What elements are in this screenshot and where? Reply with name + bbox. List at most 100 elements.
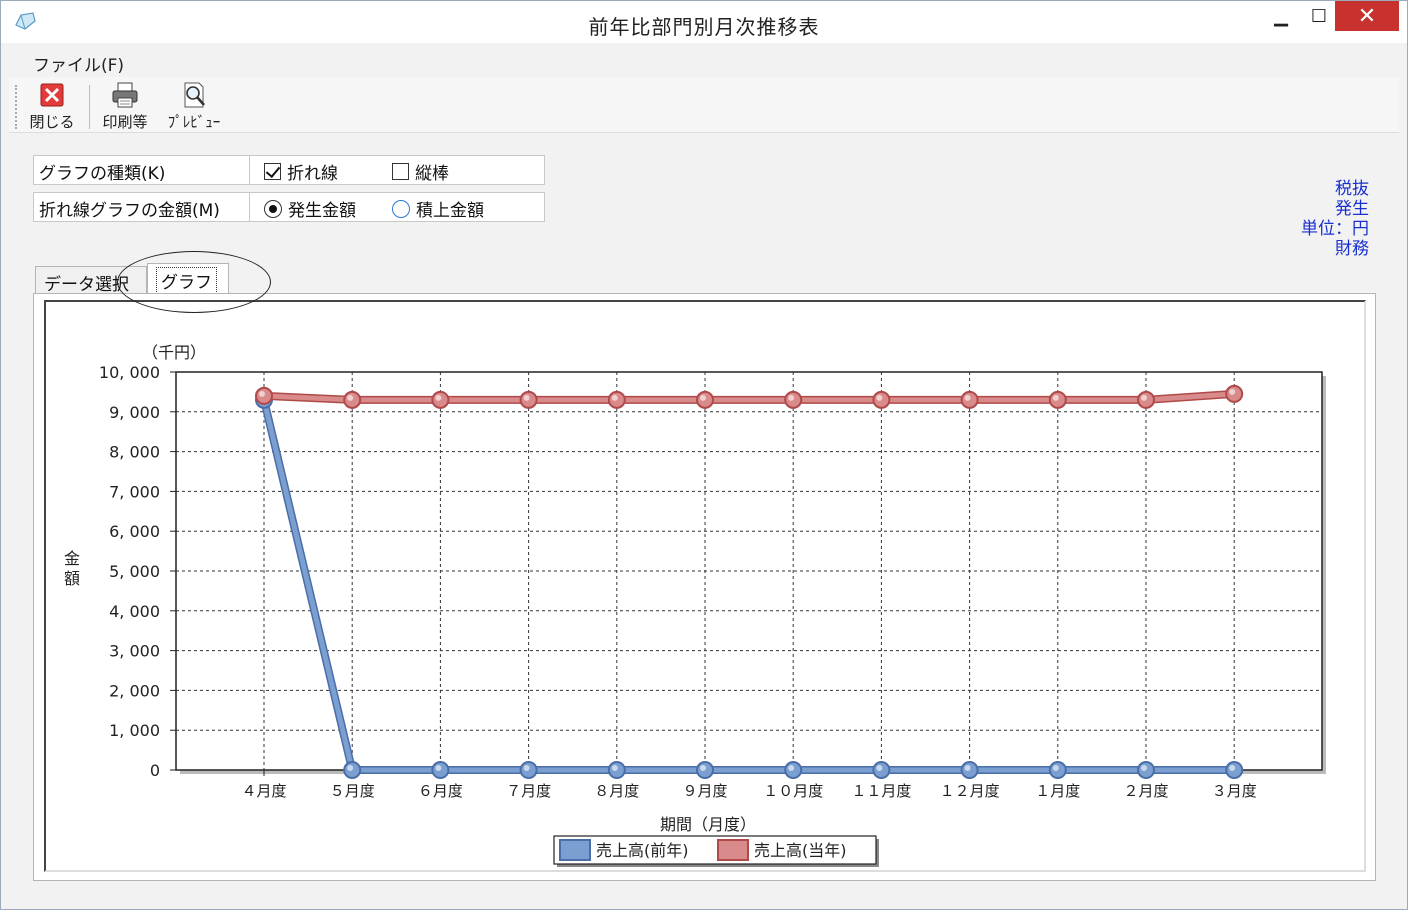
graph-type-label: グラフの種類(K) [34, 156, 250, 184]
x-tick-label: １月度 [1035, 782, 1080, 800]
print-button[interactable]: 印刷等 [93, 81, 157, 132]
legend-label: 売上高(前年) [596, 841, 689, 860]
data-point-highlight [1229, 765, 1236, 771]
x-tick-label: ７月度 [506, 782, 551, 800]
data-point-highlight [1229, 388, 1236, 395]
data-point-highlight [611, 394, 618, 401]
legend-swatch [717, 839, 749, 861]
line-checkbox[interactable]: 折れ線 [264, 159, 338, 184]
data-point-highlight [435, 765, 442, 771]
menu-bar: ファイル(F) [9, 45, 1399, 76]
bar-checkbox[interactable]: 縦棒 [392, 159, 449, 184]
radio-unselected-icon [392, 199, 410, 218]
tab-graph[interactable]: グラフ [147, 263, 229, 295]
data-point-highlight [700, 765, 706, 771]
data-point-highlight [700, 394, 706, 401]
close-window-button[interactable]: ✕ [1335, 1, 1399, 31]
tab-panel-graph: （千円） 0 1, 000 2, 000 3, 000 4, 000 5, 000 6, 0… [33, 293, 1376, 881]
data-point-highlight [1141, 765, 1147, 771]
x-axis-ticks: ４月度 ５月度 ６月度 ７月度 ８月度 ９月度 １０月度 １１月度 １２月度 １月度 ２月度 ３月度 [241, 770, 1257, 800]
magnifier-icon [184, 82, 205, 108]
data-point-highlight [1052, 765, 1059, 771]
legend-label: 売上高(当年) [754, 841, 847, 860]
y-tick-label: 7, 000 [109, 482, 160, 501]
amount-type-label: 折れ線グラフの金額(M) [34, 193, 250, 221]
y-axis-title-char-2: 額 [64, 569, 80, 588]
unit-label: 単位：円 [1301, 219, 1369, 239]
data-point-highlight [788, 394, 795, 401]
radio-selected-icon [264, 199, 282, 218]
data-point-highlight [435, 394, 442, 401]
data-point-highlight [876, 394, 883, 401]
graph-options: グラフの種類(K) 折れ線 縦棒 折れ線グラフの金額(M) 発生金額 積上金額 [33, 155, 545, 229]
y-tick-label: 3, 000 [109, 642, 160, 661]
title-bar[interactable]: 前年比部門別月次推移表 ▁ ☐ ✕ [1, 1, 1407, 43]
data-point-highlight [259, 390, 265, 397]
cumulative-radio[interactable]: 積上金額 [392, 196, 484, 221]
close-icon: ✕ [1357, 3, 1377, 29]
occurrence-radio[interactable]: 発生金額 [264, 196, 356, 221]
data-point-highlight [347, 765, 354, 771]
y-tick-label: 1, 000 [109, 721, 160, 740]
y-tick-label: 10, 000 [99, 363, 160, 382]
occurrence-radio-label: 発生金額 [288, 201, 356, 221]
y-tick-label: 2, 000 [109, 681, 160, 700]
y-axis-ticks: 0 1, 000 2, 000 3, 000 4, 000 5, 000 6, 000 7, … [99, 363, 176, 780]
toolbar-grip[interactable] [15, 85, 18, 129]
toolbar-separator [89, 85, 90, 129]
data-point-highlight [347, 394, 354, 401]
window-title: 前年比部門別月次推移表 [588, 15, 820, 39]
data-point-highlight [611, 765, 618, 771]
line-checkbox-label: 折れ線 [287, 164, 338, 184]
x-tick-label: ２月度 [1123, 782, 1168, 800]
data-point-highlight [523, 394, 530, 401]
amount-basis: 発生 [1335, 199, 1369, 219]
bar-checkbox-label: 縦棒 [415, 164, 449, 184]
ledger-type: 財務 [1335, 239, 1369, 259]
close-icon [40, 83, 64, 107]
preview-button-label: ﾌﾟﾚﾋﾞｭｰ [167, 113, 221, 131]
x-tick-label: ６月度 [418, 782, 463, 800]
y-tick-label: 8, 000 [109, 443, 160, 462]
chart-grid [175, 371, 1326, 774]
x-tick-label: ９月度 [682, 782, 727, 800]
close-button[interactable]: 閉じる [25, 81, 79, 132]
close-button-label: 閉じる [29, 113, 75, 131]
app-window: 前年比部門別月次推移表 ▁ ☐ ✕ ファイル(F) 閉じる 印刷等 ﾌﾟﾚﾋﾞｭ… [0, 0, 1408, 910]
y-axis-title-char-1: 金 [64, 549, 80, 568]
preview-button[interactable]: ﾌﾟﾚﾋﾞｭｰ [159, 81, 229, 132]
line-chart: （千円） 0 1, 000 2, 000 3, 000 4, 000 5, 000 6, 0… [64, 343, 1326, 867]
x-tick-label: ８月度 [594, 782, 639, 800]
cumulative-radio-label: 積上金額 [416, 201, 484, 221]
data-point-highlight [1052, 394, 1059, 401]
menu-file[interactable]: ファイル(F) [33, 51, 124, 76]
tax-condition: 税抜 [1335, 179, 1369, 199]
data-point-highlight [964, 394, 971, 401]
print-button-label: 印刷等 [102, 113, 148, 131]
checkbox-empty-icon [392, 163, 409, 180]
data-point-highlight [964, 765, 971, 771]
legend-swatch [559, 839, 591, 861]
x-tick-label: ５月度 [330, 782, 375, 800]
tab-data-selection[interactable]: データ選択 [35, 266, 147, 295]
maximize-icon: ☐ [1310, 5, 1328, 27]
x-tick-label: １０月度 [763, 782, 823, 800]
checkbox-checked-icon [264, 163, 281, 180]
chart-legend: 売上高(前年) 売上高(当年) [553, 835, 879, 867]
graph-type-row: グラフの種類(K) 折れ線 縦棒 [33, 155, 545, 185]
printer-icon [112, 82, 138, 108]
x-tick-label: ３月度 [1212, 782, 1257, 800]
amount-type-row: 折れ線グラフの金額(M) 発生金額 積上金額 [33, 192, 545, 222]
tab-graph-label: グラフ [156, 267, 217, 294]
data-point-highlight [523, 765, 530, 771]
toolbar: 閉じる 印刷等 ﾌﾟﾚﾋﾞｭｰ [9, 77, 1399, 133]
y-tick-label: 5, 000 [109, 562, 160, 581]
unit-label-text: （千円） [142, 343, 206, 362]
y-tick-label: 4, 000 [109, 602, 160, 621]
x-tick-label: １１月度 [851, 782, 911, 800]
report-conditions: 税抜 発生 単位：円 財務 [1301, 179, 1369, 259]
data-point-highlight [788, 765, 795, 771]
data-point-highlight [1141, 394, 1147, 401]
minimize-icon: ▁ [1274, 5, 1288, 27]
x-axis-title: 期間（月度） [660, 815, 756, 834]
